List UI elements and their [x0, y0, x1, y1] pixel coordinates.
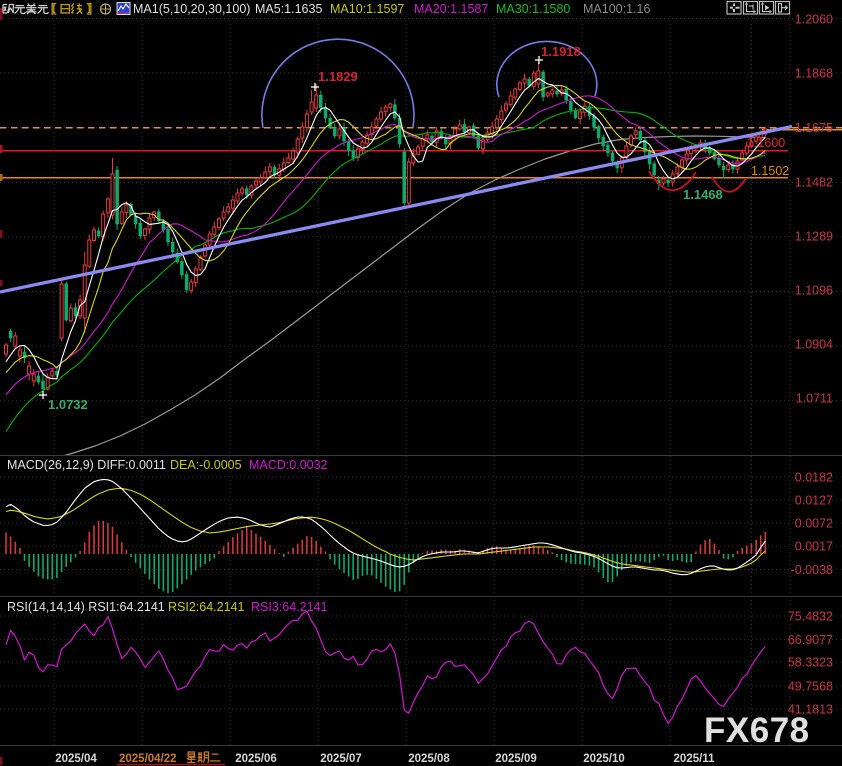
- svg-text:0.0127: 0.0127: [795, 494, 833, 508]
- svg-text:1.0711: 1.0711: [796, 392, 833, 406]
- svg-text:1.1502: 1.1502: [751, 164, 789, 178]
- svg-text:MA100:1.16: MA100:1.16: [583, 2, 650, 16]
- svg-text:2025/08: 2025/08: [408, 753, 450, 765]
- svg-text:0.0072: 0.0072: [795, 517, 833, 531]
- svg-text:DEA:-0.0005: DEA:-0.0005: [170, 458, 242, 472]
- svg-text:MA5:1.1635: MA5:1.1635: [255, 2, 322, 16]
- svg-text:2025/11: 2025/11: [674, 753, 716, 765]
- svg-text:0.0182: 0.0182: [795, 471, 833, 485]
- svg-text:1.0732: 1.0732: [48, 397, 88, 412]
- svg-text:2025/07: 2025/07: [320, 753, 362, 765]
- svg-text:MACD:0.0032: MACD:0.0032: [249, 458, 328, 472]
- svg-text:49.7568: 49.7568: [788, 680, 833, 694]
- svg-text:1.2060: 1.2060: [795, 13, 833, 27]
- svg-text:1.1482: 1.1482: [795, 176, 833, 190]
- svg-text:RSI3:64.2141: RSI3:64.2141: [251, 600, 327, 614]
- svg-text:58.3323: 58.3323: [788, 656, 833, 670]
- svg-text:RSI2:64.2141: RSI2:64.2141: [168, 600, 244, 614]
- svg-text:2025/06: 2025/06: [235, 753, 277, 765]
- svg-text:1.1600: 1.1600: [747, 136, 785, 150]
- svg-text:MA10:1.1597: MA10:1.1597: [330, 2, 404, 16]
- svg-text:-0.0038: -0.0038: [791, 563, 833, 577]
- svg-text:1.1868: 1.1868: [795, 67, 833, 81]
- svg-text:0.0017: 0.0017: [795, 540, 833, 554]
- svg-text:2025/04/22: 2025/04/22: [119, 753, 177, 765]
- svg-text:1.1096: 1.1096: [795, 284, 833, 298]
- svg-text:2025/04: 2025/04: [55, 753, 97, 765]
- svg-text:MA1(5,10,20,30,100): MA1(5,10,20,30,100): [133, 2, 250, 16]
- svg-text:1.1289: 1.1289: [795, 230, 833, 244]
- svg-text:2025/10: 2025/10: [583, 753, 625, 765]
- svg-text:66.9077: 66.9077: [788, 633, 833, 647]
- svg-text:MA30:1.1580: MA30:1.1580: [496, 2, 570, 16]
- svg-text:1.1675: 1.1675: [795, 121, 833, 135]
- svg-text:FX678: FX678: [704, 711, 810, 750]
- svg-text:RSI(14,14,14) RSI1:64.2141: RSI(14,14,14) RSI1:64.2141: [7, 600, 165, 614]
- svg-text:1.1468: 1.1468: [683, 187, 723, 202]
- svg-text:MACD(26,12,9) DIFF:0.0011: MACD(26,12,9) DIFF:0.0011: [7, 458, 166, 472]
- svg-text:75.4832: 75.4832: [788, 610, 833, 624]
- svg-text:1.1829: 1.1829: [318, 69, 358, 84]
- svg-text:1.1918: 1.1918: [541, 44, 581, 59]
- svg-text:2025/09: 2025/09: [495, 753, 537, 765]
- svg-text:MA20:1.1587: MA20:1.1587: [414, 2, 488, 16]
- svg-text:1.0904: 1.0904: [795, 338, 833, 352]
